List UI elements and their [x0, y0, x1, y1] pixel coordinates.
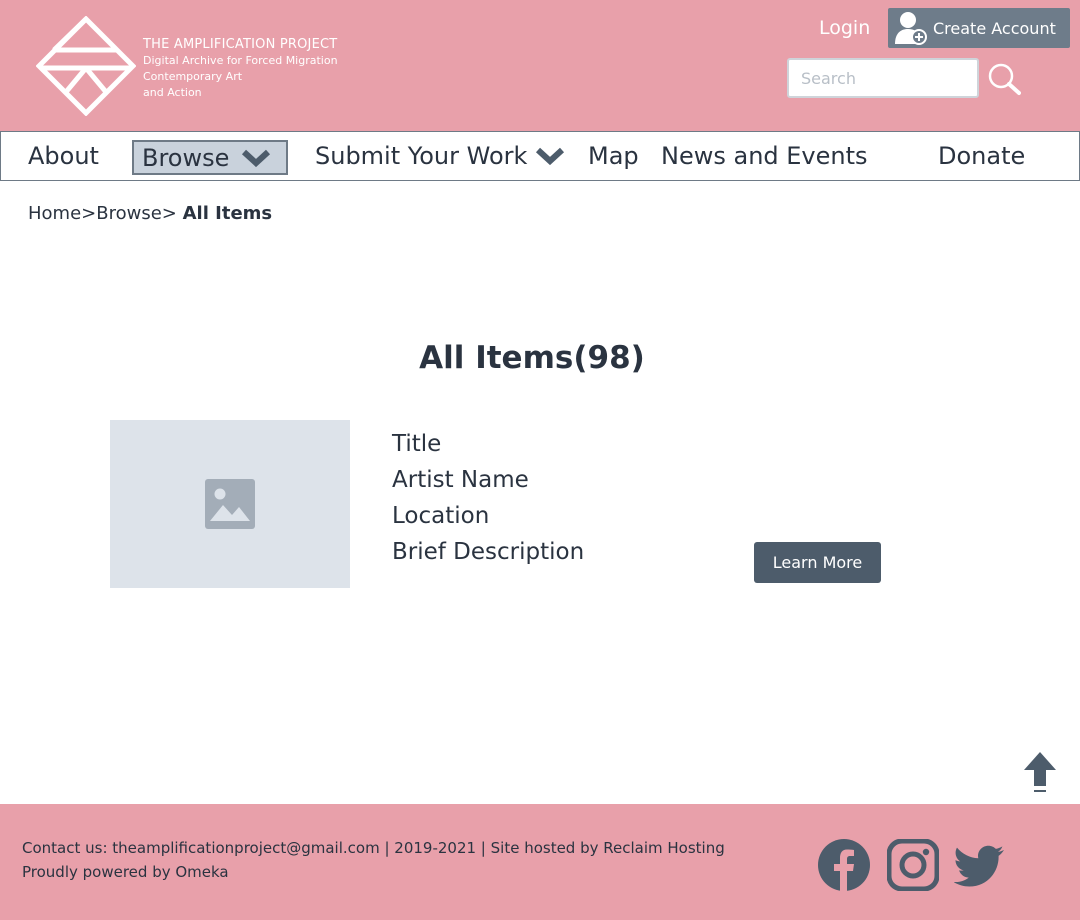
breadcrumb-separator: >: [161, 203, 183, 224]
login-link[interactable]: Login: [819, 17, 870, 39]
back-to-top-icon[interactable]: [1024, 752, 1056, 794]
site-logo[interactable]: [36, 16, 136, 116]
breadcrumb-browse[interactable]: Browse: [96, 203, 162, 224]
chevron-down-icon: [536, 147, 565, 165]
item-description: Brief Description: [392, 539, 585, 565]
learn-more-button[interactable]: Learn More: [754, 542, 881, 583]
footer-powered-by: Proudly powered by Omeka: [22, 863, 229, 881]
nav-item-browse[interactable]: Browse: [132, 140, 288, 175]
add-user-icon: [895, 12, 927, 45]
search-input[interactable]: [787, 58, 979, 98]
breadcrumb-home[interactable]: Home: [28, 203, 81, 224]
site-header: THE AMPLIFICATION PROJECT Digital Archiv…: [0, 0, 1080, 131]
create-account-label: Create Account: [933, 18, 1056, 38]
nav-browse-label: Browse: [142, 143, 230, 172]
nav-submit-label: Submit Your Work: [315, 141, 528, 170]
image-placeholder-icon: [205, 479, 255, 529]
breadcrumb-separator: >: [81, 203, 97, 224]
breadcrumb-current: All Items: [182, 203, 273, 224]
nav-item-submit[interactable]: Submit Your Work: [315, 132, 565, 179]
facebook-icon[interactable]: [818, 839, 870, 891]
site-footer: Contact us: theamplificationproject@gmai…: [0, 804, 1080, 920]
brand-text: THE AMPLIFICATION PROJECT Digital Archiv…: [143, 37, 338, 101]
nav-item-news[interactable]: News and Events: [661, 132, 868, 179]
footer-contact: Contact us: theamplificationproject@gmai…: [22, 839, 725, 857]
item-thumbnail[interactable]: [110, 420, 350, 588]
nav-item-donate[interactable]: Donate: [938, 132, 1025, 179]
nav-item-about[interactable]: About: [28, 132, 99, 179]
brand-subtitle-1: Digital Archive for Forced Migration: [143, 54, 338, 67]
chevron-down-icon: [242, 149, 271, 167]
item-title[interactable]: Title: [392, 426, 584, 462]
twitter-icon[interactable]: [954, 839, 1006, 891]
breadcrumb: Home>Browse> All Items: [28, 203, 272, 224]
item-location: Location: [392, 503, 490, 529]
brand-title: THE AMPLIFICATION PROJECT: [143, 37, 338, 52]
item-artist: Artist Name: [392, 467, 529, 493]
page-title: All Items(98): [419, 340, 645, 376]
search-icon[interactable]: [987, 62, 1021, 96]
main-nav: About Browse Submit Your Work Map News a…: [0, 131, 1080, 181]
instagram-icon[interactable]: [887, 839, 939, 891]
create-account-button[interactable]: Create Account: [888, 8, 1070, 48]
nav-item-map[interactable]: Map: [588, 132, 639, 179]
brand-subtitle-2: Contemporary Art: [143, 70, 243, 83]
item-details: Title Artist Name Location Brief Descrip…: [392, 426, 584, 570]
brand-subtitle-3: and Action: [143, 86, 202, 99]
footer-text: Contact us: theamplificationproject@gmai…: [22, 836, 725, 884]
